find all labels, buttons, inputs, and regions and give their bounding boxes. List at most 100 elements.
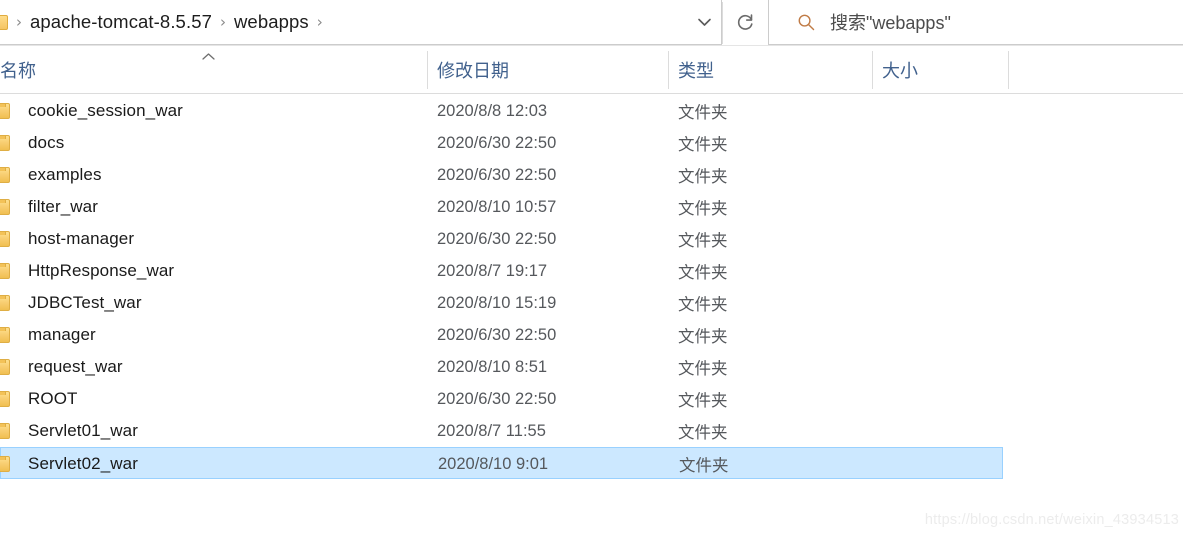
file-name-label: filter_war [28,197,98,216]
file-name-cell[interactable]: request_war [0,351,427,383]
file-name-cell[interactable]: Servlet01_war [0,415,427,447]
refresh-icon[interactable] [723,0,767,44]
file-type-cell: 文件夹 [678,232,728,250]
folder-icon [0,167,10,183]
sort-ascending-icon [200,52,216,62]
file-type-cell: 文件夹 [678,424,728,442]
file-name-cell[interactable]: ROOT [0,383,427,415]
table-row[interactable]: HttpResponse_war 2020/8/7 19:17 文件夹 [0,255,1003,287]
folder-icon [0,231,10,247]
file-date-cell: 2020/8/7 19:17 [437,261,548,280]
breadcrumb-separator-icon[interactable]: › [309,14,331,30]
file-type-cell: 文件夹 [678,392,728,410]
file-name-label: host-manager [28,229,135,248]
file-name-cell[interactable]: examples [0,159,427,191]
table-row[interactable]: JDBCTest_war 2020/8/10 15:19 文件夹 [0,287,1003,319]
column-header-date-modified[interactable]: 修改日期 [437,46,668,93]
file-name-label: JDBCTest_war [28,293,142,312]
table-row[interactable]: Servlet02_war 2020/8/10 9:01 文件夹 [0,447,1003,479]
file-name-label: examples [28,165,102,184]
file-name-label: Servlet02_war [28,454,138,473]
file-date-cell: 2020/8/10 10:57 [437,197,557,216]
column-header-row: 名称 修改日期 类型 大小 [0,46,1183,94]
column-divider[interactable] [872,51,873,89]
file-name-label: request_war [28,357,123,376]
search-icon [797,13,816,32]
table-row[interactable]: cookie_session_war 2020/8/8 12:03 文件夹 [0,95,1003,127]
table-row[interactable]: Servlet01_war 2020/8/7 11:55 文件夹 [0,415,1003,447]
file-name-cell[interactable]: Servlet02_war [0,448,427,480]
address-bar: › apache-tomcat-8.5.57 › webapps › 搜索"we… [0,0,1183,46]
file-size-cell [882,159,1003,191]
file-name-cell[interactable]: HttpResponse_war [0,255,427,287]
file-size-cell [883,448,1004,480]
table-row[interactable]: request_war 2020/8/10 8:51 文件夹 [0,351,1003,383]
breadcrumb-item-apache-tomcat[interactable]: apache-tomcat-8.5.57 [30,11,212,33]
watermark: https://blog.csdn.net/weixin_43934513 [924,512,1179,528]
table-row[interactable]: docs 2020/6/30 22:50 文件夹 [0,127,1003,159]
file-size-cell [882,351,1003,383]
file-name-label: docs [28,133,65,152]
file-type-cell: 文件夹 [679,457,729,475]
file-size-cell [882,223,1003,255]
file-date-cell: 2020/8/8 12:03 [437,101,548,120]
file-date-cell: 2020/8/7 11:55 [437,421,546,440]
folder-icon [0,295,10,311]
column-divider[interactable] [427,51,428,89]
file-name-label: Servlet01_war [28,421,138,440]
file-name-label: ROOT [28,389,78,408]
folder-icon [0,327,10,343]
breadcrumb-address-field[interactable]: › apache-tomcat-8.5.57 › webapps › [0,0,722,45]
file-type-cell: 文件夹 [678,328,728,346]
file-size-cell [882,191,1003,223]
file-date-cell: 2020/8/10 15:19 [437,293,557,312]
file-date-cell: 2020/8/10 8:51 [437,357,548,376]
file-size-cell [882,287,1003,319]
file-name-label: manager [28,325,96,344]
breadcrumb: › apache-tomcat-8.5.57 › webapps › [0,0,331,44]
file-name-label: cookie_session_war [28,101,183,120]
search-box[interactable]: 搜索"webapps" [768,0,1183,45]
file-type-cell: 文件夹 [678,264,728,282]
breadcrumb-separator-icon: › [16,12,22,31]
column-header-size[interactable]: 大小 [882,46,1008,93]
file-size-cell [882,383,1003,415]
search-input-placeholder[interactable]: 搜索"webapps" [830,9,951,35]
file-name-cell[interactable]: filter_war [0,191,427,223]
column-divider[interactable] [668,51,669,89]
file-name-cell[interactable]: docs [0,127,427,159]
file-name-cell[interactable]: cookie_session_war [0,95,427,127]
folder-icon [0,103,10,119]
file-size-cell [882,127,1003,159]
file-date-cell: 2020/8/10 9:01 [438,454,549,473]
folder-icon [0,199,10,215]
file-list: cookie_session_war 2020/8/8 12:03 文件夹 docs 2… [0,95,1183,515]
table-row[interactable]: examples 2020/6/30 22:50 文件夹 [0,159,1003,191]
file-type-cell: 文件夹 [678,136,728,154]
column-divider[interactable] [1008,51,1009,89]
file-name-cell[interactable]: manager [0,319,427,351]
file-date-cell: 2020/6/30 22:50 [437,389,557,408]
file-date-cell: 2020/6/30 22:50 [437,133,557,152]
file-name-cell[interactable]: JDBCTest_war [0,287,427,319]
table-row[interactable]: manager 2020/6/30 22:50 文件夹 [0,319,1003,351]
file-name-label: HttpResponse_war [28,261,175,280]
file-date-cell: 2020/6/30 22:50 [437,229,557,248]
table-row[interactable]: filter_war 2020/8/10 10:57 文件夹 [0,191,1003,223]
file-size-cell [882,255,1003,287]
breadcrumb-separator-icon: › [219,12,226,31]
file-name-cell[interactable]: host-manager [0,223,427,255]
file-size-cell [882,319,1003,351]
column-header-type[interactable]: 类型 [678,46,872,93]
breadcrumb-item-webapps[interactable]: webapps [234,11,309,33]
file-date-cell: 2020/6/30 22:50 [437,325,557,344]
chevron-down-icon[interactable] [686,0,722,44]
file-size-cell [882,95,1003,127]
folder-icon [0,14,8,30]
file-date-cell: 2020/6/30 22:50 [437,165,557,184]
table-row[interactable]: host-manager 2020/6/30 22:50 文件夹 [0,223,1003,255]
folder-icon [0,359,10,375]
table-row[interactable]: ROOT 2020/6/30 22:50 文件夹 [0,383,1003,415]
folder-icon [0,456,10,472]
file-type-cell: 文件夹 [678,168,728,186]
